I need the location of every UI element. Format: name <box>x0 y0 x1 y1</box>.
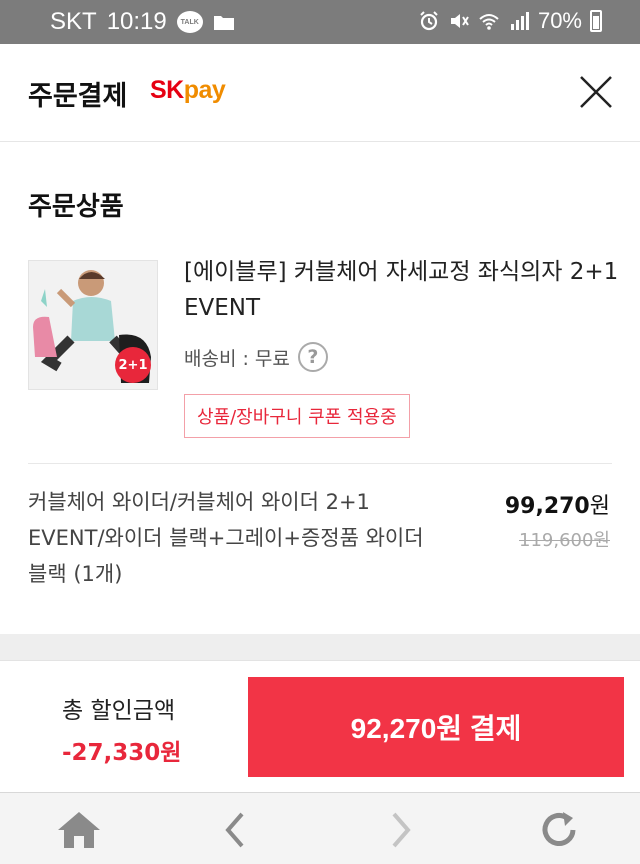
option-text: 커블체어 와이더/커블체어 와이더 2+1 EVENT/와이더 블랙+그레이+증… <box>28 490 424 586</box>
shipping-row: 배송비 : 무료 ? <box>184 342 328 372</box>
talk-icon: TALK <box>176 11 203 33</box>
current-price-unit: 원 <box>589 494 610 519</box>
page-title: 주문결제 <box>28 81 128 112</box>
pay-button[interactable]: 92,270원 결제 <box>248 677 624 777</box>
section-title: 주문상품 <box>28 192 124 222</box>
close-icon[interactable] <box>578 74 614 110</box>
original-price: 119,600원 <box>519 530 610 551</box>
back-button[interactable] <box>210 805 260 855</box>
bottom-nav <box>0 792 640 864</box>
current-price: 99,270원 <box>505 488 610 520</box>
logo-pay: pay <box>183 76 226 104</box>
product-name: [에이블루] 커블체어 자세교정 좌식의자 2+1 EVENT <box>184 259 619 321</box>
status-right: 70% <box>418 8 602 34</box>
current-price-value: 99,270 <box>504 494 590 519</box>
help-symbol: ? <box>307 346 319 368</box>
product-image-badge: 2+1 <box>115 347 151 383</box>
mute-icon <box>450 14 469 28</box>
battery-percent: 70% <box>537 8 582 33</box>
coupon-badge: 상품/장바구니 쿠폰 적용중 <box>184 394 410 438</box>
order-section: 주문상품 2+1 [에이블루] 커블체어 자세교정 좌식의자 2+1 EVENT… <box>0 142 640 634</box>
status-bar: SKT 10:19 TALK 70% <box>0 0 640 44</box>
shipping-label: 배송비 : 무료 <box>184 347 290 370</box>
home-icon <box>58 812 100 848</box>
forward-button[interactable] <box>376 805 426 855</box>
talk-icon-label: TALK <box>180 18 199 26</box>
divider <box>28 463 612 464</box>
discount-value: -27,330원 <box>62 740 182 766</box>
wifi-icon <box>479 14 499 30</box>
skpay-logo: SKpay <box>150 76 226 105</box>
payment-footer: 총 할인금액 -27,330원 92,270원 결제 <box>0 660 640 792</box>
forward-icon <box>392 812 411 848</box>
logo-sk: SK <box>150 76 184 104</box>
help-icon[interactable]: ? <box>297 342 328 372</box>
clock: 10:19 <box>106 8 167 35</box>
page-header: 주문결제 SKpay <box>0 44 640 142</box>
carrier-label: SKT <box>50 8 97 35</box>
section-gap <box>0 634 640 660</box>
signal-icon <box>510 12 529 30</box>
refresh-icon <box>542 812 576 846</box>
home-button[interactable] <box>54 805 104 855</box>
refresh-button[interactable] <box>534 805 584 855</box>
folder-icon <box>213 16 234 30</box>
discount-label: 총 할인금액 <box>62 698 176 724</box>
back-icon <box>225 812 244 848</box>
product-image[interactable]: 2+1 <box>28 260 158 390</box>
battery-icon <box>590 10 602 32</box>
status-left: SKT 10:19 TALK <box>50 8 235 36</box>
alarm-icon <box>420 11 438 31</box>
